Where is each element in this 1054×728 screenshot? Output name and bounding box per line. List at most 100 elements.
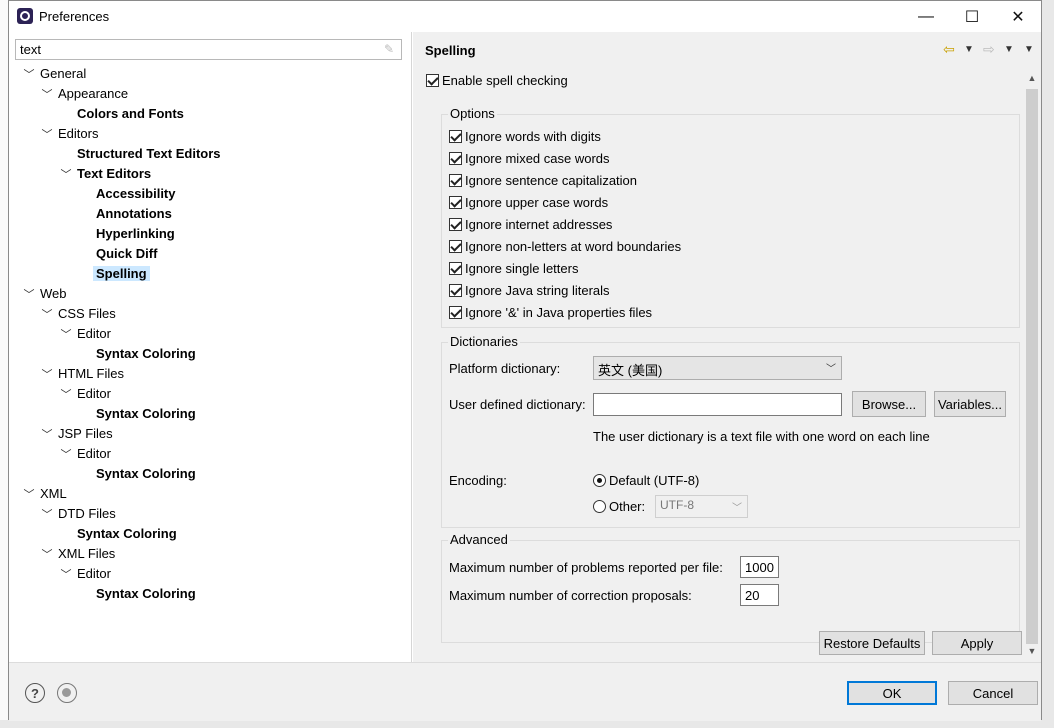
encoding-default-radio[interactable]: Default (UTF-8) (593, 473, 699, 488)
tree-item[interactable]: Syntax Coloring (77, 584, 199, 604)
tree-item[interactable]: Quick Diff (77, 244, 160, 264)
encoding-other-radio[interactable]: Other: (593, 499, 645, 514)
cancel-button[interactable]: Cancel (948, 681, 1038, 705)
tree-item[interactable]: ﹀ Editor (58, 564, 114, 584)
tree-item[interactable]: Syntax Coloring (77, 404, 199, 424)
back-menu-chevron-icon[interactable]: ▼ (964, 44, 974, 55)
browse-button[interactable]: Browse... (852, 391, 926, 417)
chevron-down-icon[interactable]: ﹀ (39, 125, 55, 145)
platform-dictionary-select[interactable]: 英文 (美国) ﹀ (593, 356, 842, 380)
tree-item[interactable]: ﹀ CSS Files (39, 304, 119, 324)
user-dictionary-input[interactable] (593, 393, 842, 416)
option-checkbox[interactable]: Ignore Java string literals (449, 282, 610, 300)
chevron-down-icon[interactable]: ﹀ (39, 305, 55, 325)
other-encoding-select[interactable]: UTF-8 ﹀ (655, 495, 748, 518)
chevron-down-icon[interactable]: ﹀ (21, 285, 37, 305)
maximize-button[interactable]: ☐ (949, 1, 995, 32)
tree-item-label: Editor (77, 446, 111, 461)
tree-item[interactable]: Structured Text Editors (58, 144, 224, 164)
restore-defaults-button[interactable]: Restore Defaults (819, 631, 925, 655)
help-icon[interactable]: ? (25, 683, 45, 703)
option-checkbox[interactable]: Ignore single letters (449, 260, 578, 278)
option-checkbox[interactable]: Ignore mixed case words (449, 150, 610, 168)
option-checkbox[interactable]: Ignore upper case words (449, 194, 608, 212)
chevron-down-icon[interactable]: ﹀ (58, 385, 74, 405)
checkbox-box[interactable] (449, 218, 462, 231)
tree-item[interactable]: ﹀ General (21, 64, 89, 84)
scroll-down-icon[interactable]: ▼ (1026, 646, 1038, 660)
tree-item[interactable]: Syntax Coloring (58, 524, 180, 544)
enable-spell-checking-checkbox[interactable]: Enable spell checking (426, 72, 568, 90)
scroll-up-icon[interactable]: ▲ (1026, 73, 1038, 87)
tree-item[interactable]: Hyperlinking (77, 224, 178, 244)
ok-button[interactable]: OK (847, 681, 937, 705)
platform-dictionary-value: 英文 (美国) (598, 363, 663, 378)
checkbox-box[interactable] (449, 174, 462, 187)
checkbox-box[interactable] (449, 262, 462, 275)
checkbox-box[interactable] (426, 74, 439, 87)
option-checkbox[interactable]: Ignore non-letters at word boundaries (449, 238, 681, 256)
tree-item[interactable]: ﹀ DTD Files (39, 504, 119, 524)
tree-item[interactable]: ﹀ Editor (58, 324, 114, 344)
tree-item[interactable]: Annotations (77, 204, 175, 224)
tree-item[interactable]: ﹀ Web (21, 284, 70, 304)
minimize-button[interactable]: — (903, 1, 949, 32)
forward-arrow-icon[interactable]: ⇨ (983, 41, 995, 58)
tree-item[interactable]: ﹀ Editors (39, 124, 101, 144)
checkbox-box[interactable] (449, 152, 462, 165)
tree-item[interactable]: ﹀ Editor (58, 444, 114, 464)
max-problems-input[interactable] (740, 556, 779, 578)
chevron-down-icon[interactable]: ﹀ (58, 165, 74, 185)
checkbox-box[interactable] (449, 306, 462, 319)
checkbox-box[interactable] (449, 196, 462, 209)
chevron-down-icon[interactable]: ﹀ (39, 545, 55, 565)
page-scrollbar[interactable]: ▲ ▼ (1023, 72, 1041, 662)
option-checkbox[interactable]: Ignore words with digits (449, 128, 601, 146)
scroll-thumb[interactable] (1026, 89, 1038, 644)
chevron-down-icon[interactable]: ﹀ (39, 425, 55, 445)
radio-indicator[interactable] (593, 474, 606, 487)
tree-item[interactable]: Spelling (77, 264, 150, 284)
chevron-down-icon[interactable]: ﹀ (58, 325, 74, 345)
chevron-down-icon[interactable]: ﹀ (21, 485, 37, 505)
forward-menu-chevron-icon[interactable]: ▼ (1004, 44, 1014, 55)
checkbox-box[interactable] (449, 284, 462, 297)
back-arrow-icon[interactable]: ⇦ (943, 41, 955, 58)
tree-item[interactable]: ﹀ Editor (58, 384, 114, 404)
tree-item[interactable]: Syntax Coloring (77, 344, 199, 364)
option-checkbox[interactable]: Ignore sentence capitalization (449, 172, 637, 190)
tree-item-label: Accessibility (96, 186, 176, 201)
record-macro-icon[interactable] (57, 683, 77, 703)
tree-item-label: XML (40, 486, 67, 501)
tree-item[interactable]: Colors and Fonts (58, 104, 187, 124)
other-encoding-value: UTF-8 (660, 498, 694, 512)
chevron-down-icon[interactable]: ﹀ (39, 365, 55, 385)
chevron-down-icon[interactable]: ﹀ (58, 445, 74, 465)
tree-item[interactable]: ﹀ HTML Files (39, 364, 127, 384)
checkbox-box[interactable] (449, 130, 462, 143)
tree-item[interactable]: ﹀ JSP Files (39, 424, 116, 444)
tree-item[interactable]: ﹀ XML (21, 484, 70, 504)
tree-item[interactable]: ﹀ Appearance (39, 84, 131, 104)
chevron-down-icon[interactable]: ﹀ (39, 505, 55, 525)
view-menu-icon[interactable]: ▼ (1024, 44, 1034, 55)
tree-item-label: XML Files (58, 546, 116, 561)
variables-button[interactable]: Variables... (934, 391, 1006, 417)
option-checkbox[interactable]: Ignore '&' in Java properties files (449, 304, 652, 322)
max-proposals-input[interactable] (740, 584, 779, 606)
chevron-down-icon[interactable]: ﹀ (21, 65, 37, 85)
tree-item[interactable]: ﹀ XML Files (39, 544, 118, 564)
apply-button[interactable]: Apply (932, 631, 1022, 655)
tree-item[interactable]: Syntax Coloring (77, 464, 199, 484)
option-checkbox[interactable]: Ignore internet addresses (449, 216, 612, 234)
tree-item[interactable]: Accessibility (77, 184, 179, 204)
checkbox-box[interactable] (449, 240, 462, 253)
close-button[interactable]: ✕ (995, 1, 1041, 32)
tree-item[interactable]: ﹀ Text Editors (58, 164, 154, 184)
tree-item-label: Text Editors (77, 166, 152, 181)
filter-input[interactable] (15, 39, 402, 60)
chevron-down-icon[interactable]: ﹀ (39, 85, 55, 105)
chevron-down-icon[interactable]: ﹀ (58, 565, 74, 585)
radio-indicator[interactable] (593, 500, 606, 513)
clear-filter-icon[interactable]: ✎ (384, 42, 398, 56)
